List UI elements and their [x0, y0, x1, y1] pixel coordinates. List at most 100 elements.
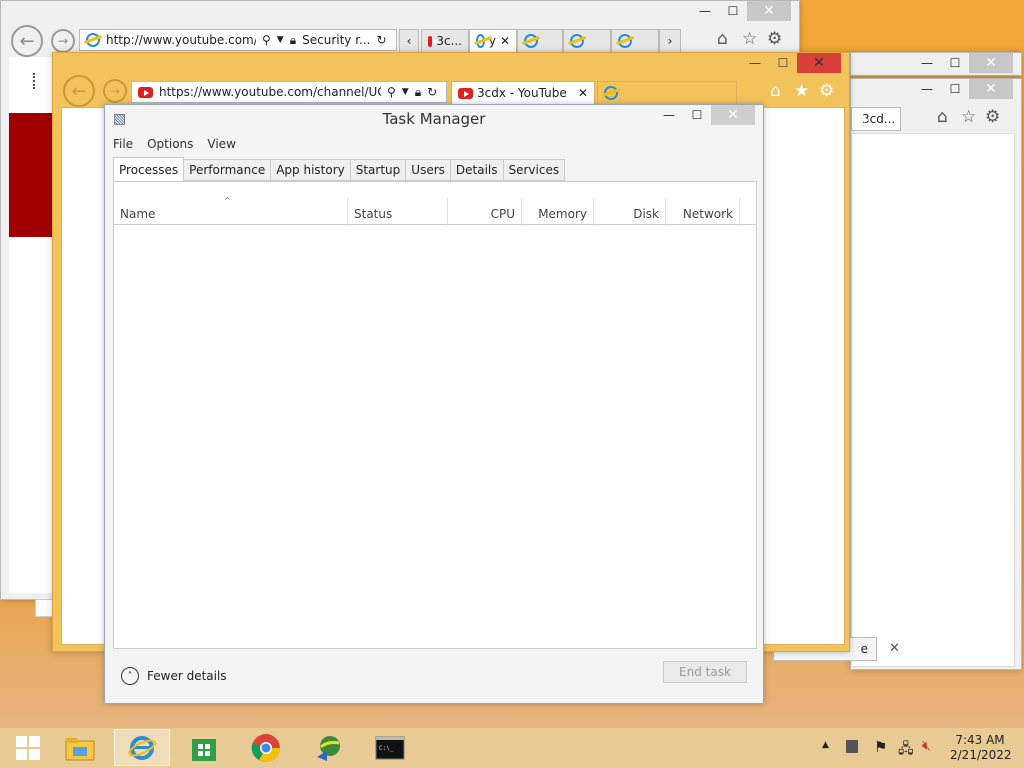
minimize-button[interactable]: — [913, 79, 941, 99]
window-controls: — ☐ ✕ [913, 53, 1013, 73]
dropdown-icon[interactable]: ▼ [277, 35, 284, 45]
tab-startup[interactable]: Startup [350, 159, 407, 181]
taskbar-command-prompt[interactable]: C:\_ [362, 729, 418, 766]
minimize-button[interactable]: — [655, 105, 683, 125]
tab-blank-1[interactable] [517, 29, 563, 53]
maximize-button[interactable]: ☐ [941, 79, 969, 99]
home-icon[interactable]: ⌂ [717, 29, 728, 49]
close-button[interactable]: ✕ [747, 1, 791, 21]
tab-youtube-active[interactable]: 3cdx - YouTube ✕ [451, 81, 595, 105]
action-center-icon[interactable] [846, 740, 858, 753]
svg-text:C:\_: C:\_ [379, 745, 394, 752]
minimize-button[interactable]: — [691, 1, 719, 21]
address-bar[interactable]: http://www.youtube.com/c ⚲ ▼ 🔒︎ Security… [79, 29, 397, 51]
security-report[interactable]: Security r... [302, 33, 370, 47]
search-icon[interactable]: ⚲ [262, 33, 271, 47]
column-network[interactable]: Network [666, 198, 740, 225]
tab-scroll-left[interactable]: ‹ [399, 29, 419, 53]
maximize-button[interactable]: ☐ [769, 53, 797, 73]
maximize-button[interactable]: ☐ [719, 1, 747, 21]
tab-new[interactable] [597, 81, 737, 105]
tab-active-back[interactable]: y ✕ [469, 29, 517, 53]
show-hidden-icons[interactable]: ▲ [822, 740, 829, 750]
store-icon [192, 738, 216, 761]
network-globe-icon [317, 735, 340, 761]
back-icon[interactable]: ← [11, 25, 43, 57]
column-disk[interactable]: Disk [594, 198, 666, 225]
tab-processes[interactable]: Processes [113, 157, 185, 181]
network-icon[interactable]: 🖧︎ [898, 738, 914, 762]
tab-services[interactable]: Services [503, 159, 566, 181]
favorites-icon[interactable]: ☆ [961, 107, 976, 127]
ie-window-right-top[interactable]: — ☐ ✕ [850, 52, 1022, 76]
tab-youtube-right[interactable]: 3cd... [851, 107, 901, 131]
page-menu-icon[interactable] [33, 73, 39, 89]
menu-options[interactable]: Options [147, 137, 193, 151]
forward-icon[interactable]: → [51, 29, 75, 53]
close-tab-icon[interactable]: ✕ [500, 34, 510, 48]
column-memory[interactable]: Memory [522, 198, 594, 225]
back-icon[interactable]: ← [63, 75, 95, 107]
end-task-button[interactable]: End task [663, 661, 747, 683]
close-button[interactable]: ✕ [711, 105, 755, 125]
dropdown-icon[interactable]: ▼ [402, 87, 409, 97]
favorites-icon[interactable]: ★ [794, 81, 809, 101]
window-controls: — ☐ ✕ [655, 105, 755, 125]
clock[interactable]: 7:43 AM 2/21/2022 [950, 733, 1012, 763]
settings-icon[interactable]: ⚙ [767, 29, 782, 49]
tab-performance[interactable]: Performance [184, 159, 272, 181]
tab-app-history[interactable]: App history [271, 159, 351, 181]
refresh-icon[interactable]: ↻ [376, 33, 386, 47]
taskbar-chrome[interactable] [238, 729, 294, 766]
close-button[interactable]: ✕ [797, 53, 841, 73]
close-tab-icon[interactable]: ✕ [578, 86, 588, 100]
ie-window-right[interactable]: — ☐ ✕ 3cd... ⌂ ☆ ⚙ e ✕ [773, 78, 1022, 670]
tab-blank-2[interactable] [563, 29, 611, 53]
start-button[interactable] [0, 729, 56, 766]
close-button[interactable]: ✕ [969, 79, 1013, 99]
close-button[interactable]: ✕ [969, 53, 1013, 73]
taskbar-network-app[interactable] [300, 729, 356, 766]
window-controls: — ☐ ✕ [913, 79, 1013, 99]
settings-icon[interactable]: ⚙ [819, 81, 834, 101]
minimize-button[interactable]: — [913, 53, 941, 73]
clock-time: 7:43 AM [955, 733, 1005, 747]
taskbar: C:\_ ▲ ⚑ 🖧︎ 🔇︎ 7:43 AM 2/21/2022 [0, 728, 1024, 768]
refresh-icon[interactable]: ↻ [427, 85, 437, 99]
menu-file[interactable]: File [113, 137, 133, 151]
menu-view[interactable]: View [207, 137, 235, 151]
maximize-button[interactable]: ☐ [683, 105, 711, 125]
page-element-small [35, 599, 53, 617]
column-name[interactable]: Name [114, 198, 348, 225]
minimize-button[interactable]: — [741, 53, 769, 73]
taskbar-file-explorer[interactable] [52, 729, 108, 766]
fewer-details-button[interactable]: ˄ Fewer details [121, 667, 227, 685]
tab-blank-3[interactable] [611, 29, 659, 53]
page-content [851, 133, 1015, 667]
tab-scroll-right[interactable]: › [659, 29, 681, 53]
menu-bar: File Options View [113, 137, 236, 151]
ie-page-icon [86, 33, 100, 47]
tab-users[interactable]: Users [406, 159, 451, 181]
favorites-icon[interactable]: ☆ [742, 29, 757, 49]
close-notification-icon[interactable]: ✕ [889, 641, 900, 656]
volume-muted-icon[interactable]: 🔇︎ [922, 738, 931, 754]
window-controls: — ☐ ✕ [741, 53, 841, 73]
column-cpu[interactable]: CPU [448, 198, 522, 225]
tab-youtube-back[interactable]: 3c... [421, 29, 469, 53]
home-icon[interactable]: ⌂ [937, 107, 948, 127]
maximize-button[interactable]: ☐ [941, 53, 969, 73]
taskbar-store[interactable] [176, 729, 232, 766]
home-icon[interactable]: ⌂ [770, 81, 781, 101]
column-status[interactable]: Status [348, 198, 448, 225]
ie-page-icon [476, 34, 485, 48]
tab-details[interactable]: Details [450, 159, 504, 181]
search-icon[interactable]: ⚲ [387, 85, 396, 99]
ie-page-icon [524, 34, 538, 48]
flag-icon[interactable]: ⚑ [874, 738, 887, 756]
task-manager-window[interactable]: ▧ Task Manager — ☐ ✕ File Options View P… [104, 104, 764, 704]
forward-icon[interactable]: → [103, 79, 127, 103]
settings-icon[interactable]: ⚙ [985, 107, 1000, 127]
taskbar-internet-explorer[interactable] [114, 729, 170, 766]
address-bar[interactable]: https://www.youtube.com/channel/UCm ⚲ ▼ … [131, 81, 447, 103]
